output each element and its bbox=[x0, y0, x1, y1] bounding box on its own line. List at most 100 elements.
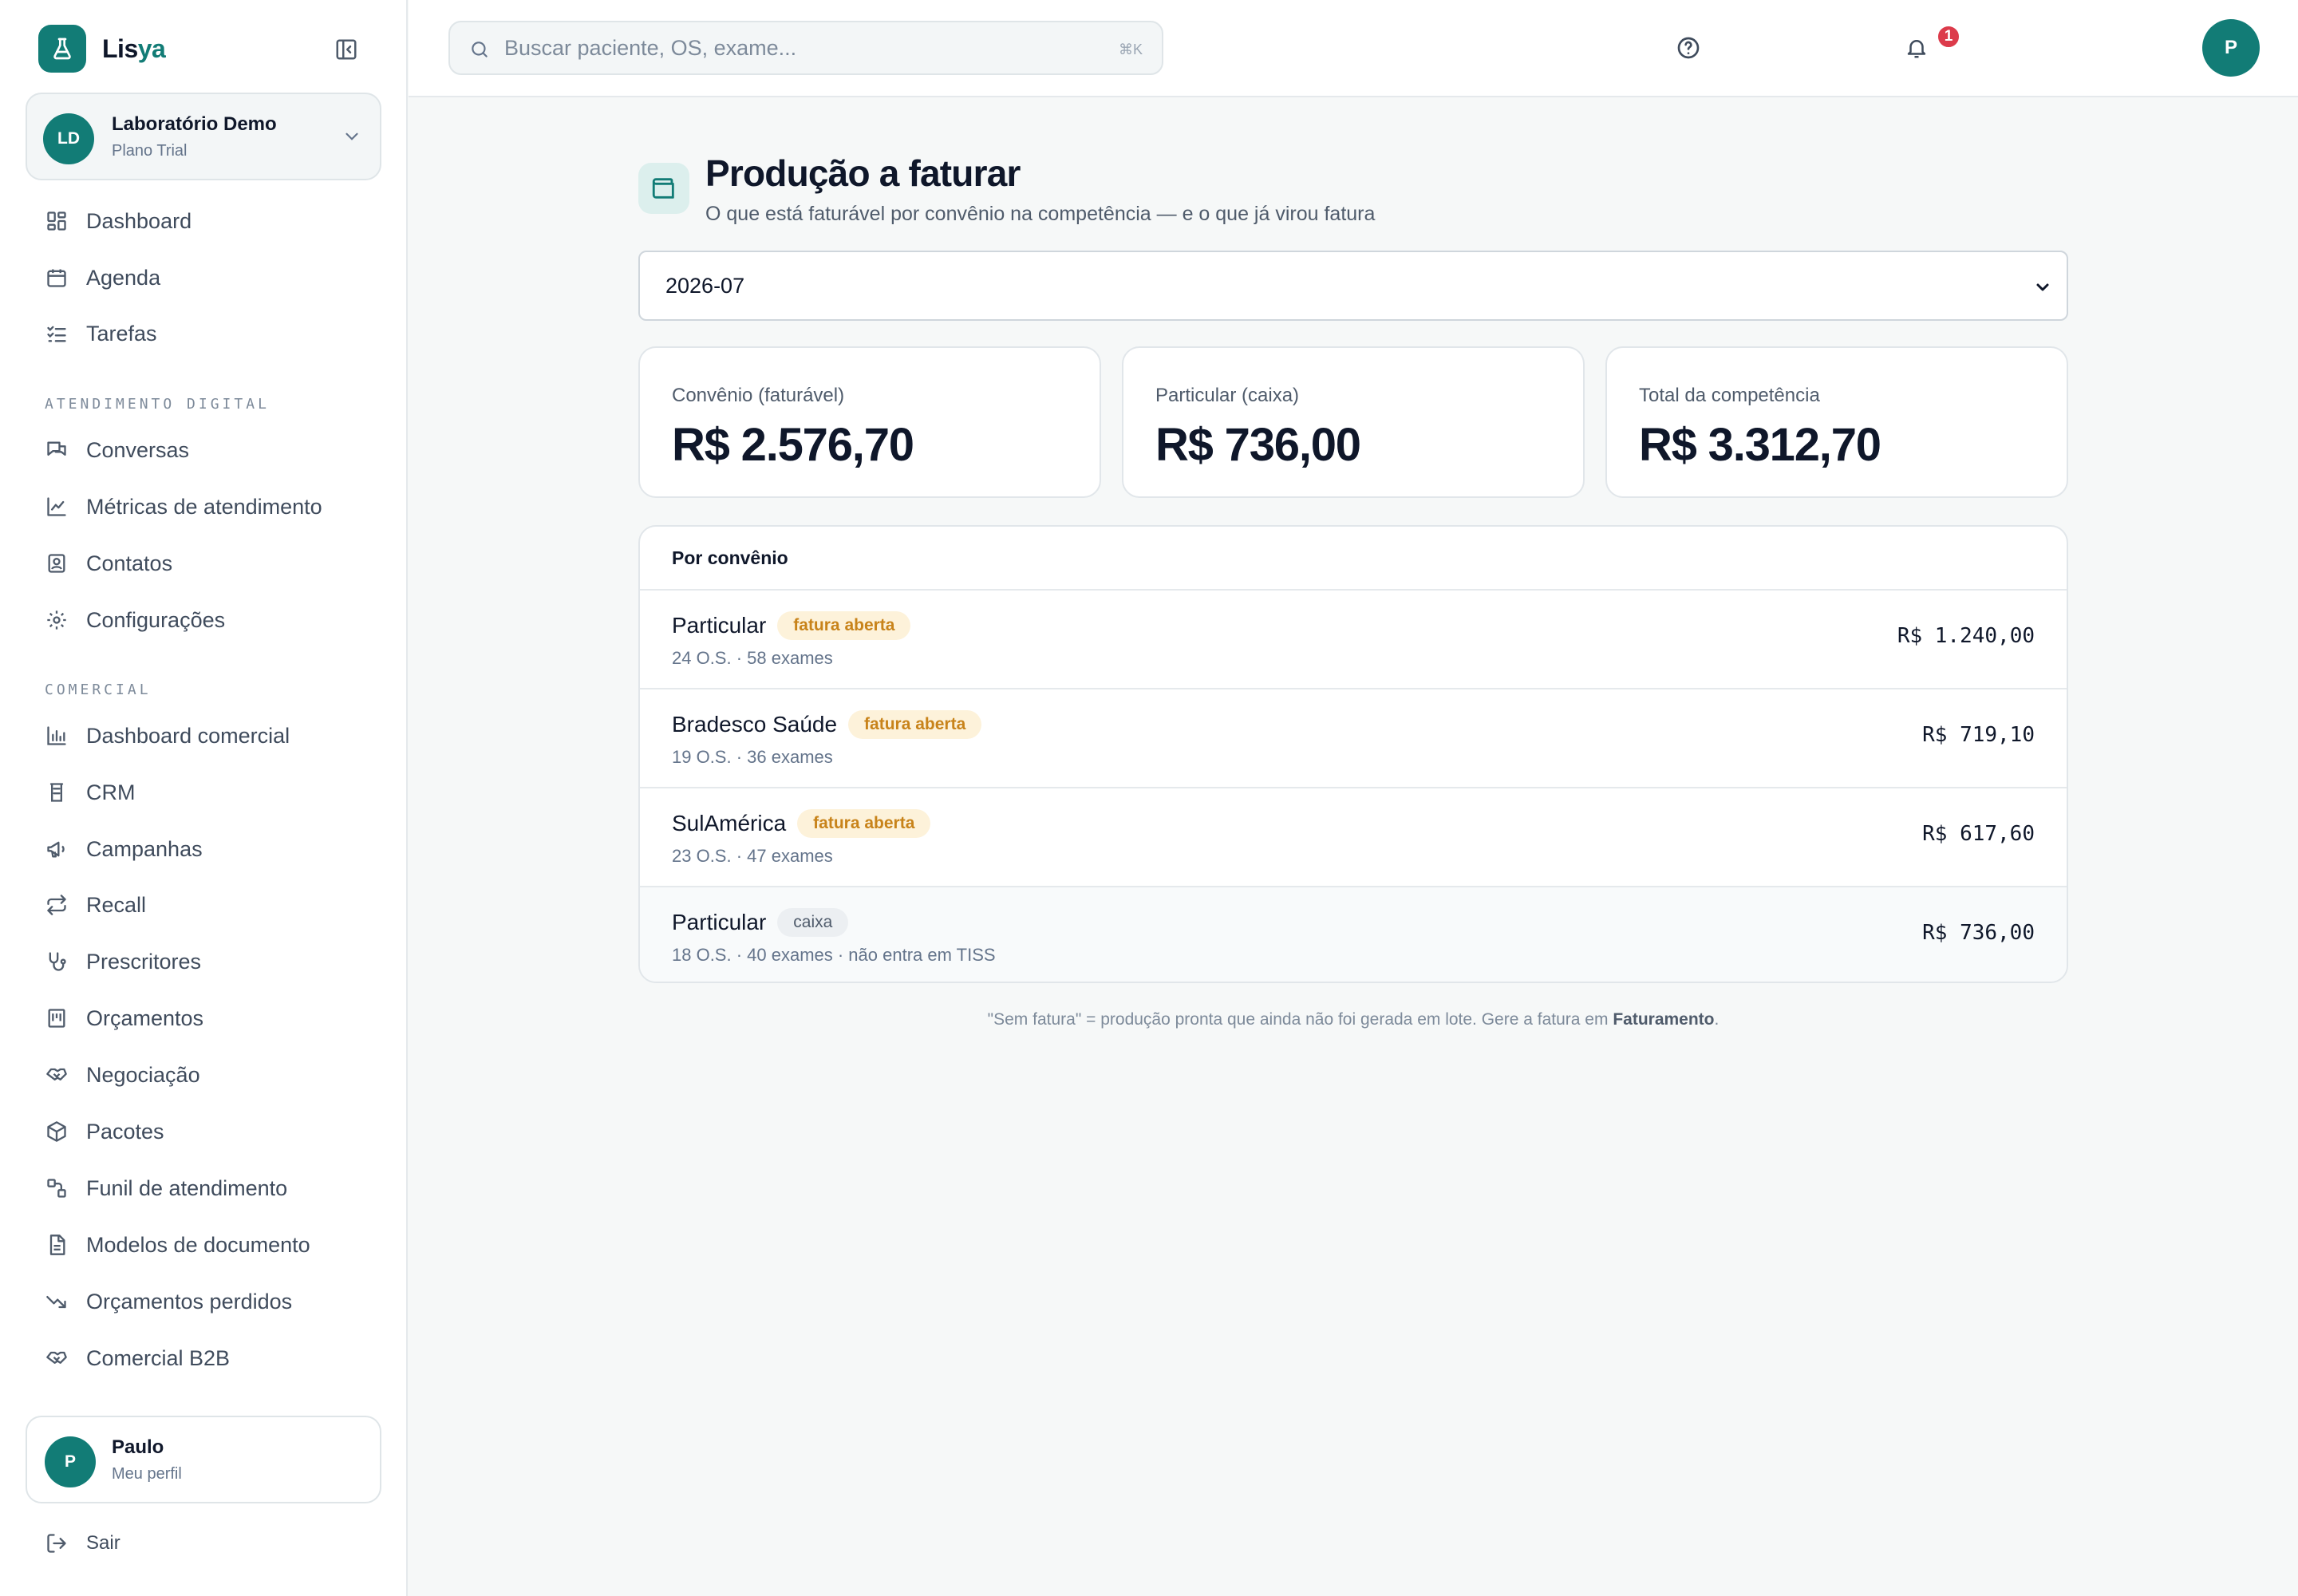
budget-icon bbox=[45, 1006, 69, 1030]
sidebar-item-label: CRM bbox=[86, 780, 136, 804]
document-icon bbox=[45, 1233, 69, 1257]
sidebar-item-label: Comercial B2B bbox=[86, 1345, 231, 1370]
sidebar-item-pacotes[interactable]: Pacotes bbox=[45, 1116, 164, 1148]
table-row[interactable]: SulAmérica fatura aberta 23 O.S. · 47 ex… bbox=[640, 788, 2067, 887]
sidebar-item-comercial-b2b[interactable]: Comercial B2B bbox=[45, 1342, 230, 1374]
handshake-icon bbox=[45, 1346, 69, 1370]
logout-label: Sair bbox=[86, 1532, 120, 1554]
kpi-label: Particular (caixa) bbox=[1155, 385, 1300, 406]
stethoscope-icon bbox=[45, 950, 69, 974]
line-chart-icon bbox=[45, 495, 69, 519]
profile-card[interactable]: P Paulo Meu perfil bbox=[26, 1416, 381, 1503]
search-icon bbox=[469, 39, 490, 64]
kpi-card-particular: Particular (caixa) R$ 736,00 bbox=[1122, 346, 1585, 498]
sidebar-item-orcamentos[interactable]: Orçamentos bbox=[45, 1002, 203, 1034]
row-name: SulAmérica bbox=[672, 811, 787, 836]
repeat-icon bbox=[45, 893, 69, 917]
notification-badge: 1 bbox=[1936, 24, 1961, 49]
row-title: Particular fatura aberta bbox=[672, 611, 911, 640]
package-icon bbox=[45, 1120, 69, 1144]
sidebar-item-crm[interactable]: CRM bbox=[45, 776, 136, 808]
sidebar-item-label: Dashboard bbox=[86, 208, 192, 233]
sidebar-item-conversas[interactable]: Conversas bbox=[45, 434, 189, 466]
sidebar-item-tarefas[interactable]: Tarefas bbox=[45, 318, 157, 350]
sidebar-item-label: Configurações bbox=[86, 607, 226, 632]
dashboard-icon bbox=[45, 209, 69, 233]
logo[interactable]: Lisya bbox=[38, 24, 166, 73]
faturamento-link[interactable]: Faturamento bbox=[1613, 1010, 1714, 1029]
row-meta: 24 O.S. · 58 exames bbox=[672, 648, 833, 668]
org-switcher[interactable]: LD Laboratório Demo Plano Trial bbox=[26, 93, 381, 180]
search-placeholder: Buscar paciente, OS, exame... bbox=[504, 36, 797, 60]
sidebar-item-label: Pacotes bbox=[86, 1119, 164, 1144]
row-meta: 23 O.S. · 47 exames bbox=[672, 846, 833, 866]
search-input[interactable]: Buscar paciente, OS, exame... ⌘K bbox=[448, 21, 1163, 75]
profile-link: Meu perfil bbox=[112, 1465, 182, 1483]
logout-button[interactable]: Sair bbox=[45, 1527, 120, 1559]
bell-icon[interactable] bbox=[1897, 29, 1936, 67]
logout-icon bbox=[45, 1531, 69, 1555]
section-label-comercial: COMERCIAL bbox=[45, 681, 152, 698]
funnel-icon bbox=[45, 1176, 69, 1200]
kpi-card-total: Total da competência R$ 3.312,70 bbox=[1605, 346, 2068, 498]
sidebar-item-dashboard-comercial[interactable]: Dashboard comercial bbox=[45, 720, 290, 752]
status-badge: caixa bbox=[777, 908, 849, 937]
table-title: Por convênio bbox=[672, 547, 788, 568]
kpi-label: Convênio (faturável) bbox=[672, 385, 845, 406]
chevron-down-icon bbox=[2033, 278, 2052, 301]
table-row[interactable]: Bradesco Saúde fatura aberta 19 O.S. · 3… bbox=[640, 689, 2067, 788]
page-subtitle: O que está faturável por convênio na com… bbox=[705, 203, 1376, 225]
sidebar-item-modelos[interactable]: Modelos de documento bbox=[45, 1229, 310, 1261]
row-name: Particular bbox=[672, 613, 767, 638]
sidebar-item-metricas[interactable]: Métricas de atendimento bbox=[45, 491, 322, 523]
status-badge: fatura aberta bbox=[777, 611, 911, 640]
sidebar-item-label: Conversas bbox=[86, 437, 190, 462]
row-name: Particular bbox=[672, 910, 767, 934]
logo-text: Lisya bbox=[102, 34, 166, 63]
convenio-table: Por convênio Particular fatura aberta 24… bbox=[638, 525, 2068, 983]
sidebar-item-label: Funil de atendimento bbox=[86, 1175, 288, 1200]
contact-icon bbox=[45, 551, 69, 575]
sidebar-item-dashboard[interactable]: Dashboard bbox=[45, 205, 192, 237]
trending-down-icon bbox=[45, 1290, 69, 1314]
sidebar-item-campanhas[interactable]: Campanhas bbox=[45, 833, 203, 865]
flask-icon bbox=[38, 25, 86, 73]
sidebar-item-prescritores[interactable]: Prescritores bbox=[45, 946, 201, 978]
table-row[interactable]: Particular fatura aberta 24 O.S. · 58 ex… bbox=[640, 591, 2067, 689]
sidebar-item-funil[interactable]: Funil de atendimento bbox=[45, 1172, 287, 1204]
status-badge: fatura aberta bbox=[848, 710, 982, 739]
megaphone-icon bbox=[45, 837, 69, 861]
sidebar-item-recall[interactable]: Recall bbox=[45, 889, 146, 921]
row-title: Bradesco Saúde fatura aberta bbox=[672, 710, 982, 739]
row-amount: R$ 617,60 bbox=[1922, 822, 2035, 846]
avatar: P bbox=[45, 1436, 96, 1487]
org-plan: Plano Trial bbox=[112, 142, 188, 160]
sidebar-item-label: Dashboard comercial bbox=[86, 723, 290, 748]
sidebar-item-label: Negociação bbox=[86, 1062, 200, 1087]
sidebar-item-label: Contatos bbox=[86, 551, 173, 575]
sidebar-collapse-icon[interactable] bbox=[332, 35, 361, 64]
sidebar-item-configuracoes[interactable]: Configurações bbox=[45, 604, 225, 636]
sidebar-item-agenda[interactable]: Agenda bbox=[45, 262, 160, 294]
row-meta: 19 O.S. · 36 exames bbox=[672, 747, 833, 767]
calendar-icon bbox=[45, 266, 69, 290]
row-name: Bradesco Saúde bbox=[672, 712, 838, 737]
user-avatar[interactable]: P bbox=[2202, 19, 2260, 77]
search-shortcut: ⌘K bbox=[1118, 41, 1143, 57]
help-icon[interactable] bbox=[1669, 29, 1708, 67]
org-avatar: LD bbox=[43, 113, 94, 164]
sidebar-item-label: Campanhas bbox=[86, 836, 203, 861]
table-row[interactable]: Particular caixa 18 O.S. · 40 exames · n… bbox=[640, 887, 2067, 982]
bar-chart-icon bbox=[45, 724, 69, 748]
sidebar-item-label: Prescritores bbox=[86, 949, 202, 974]
sidebar-item-negociacao[interactable]: Negociação bbox=[45, 1059, 200, 1091]
sidebar-item-contatos[interactable]: Contatos bbox=[45, 547, 172, 579]
period-value: 2026-07 bbox=[665, 274, 745, 298]
sidebar-item-orcamentos-perdidos[interactable]: Orçamentos perdidos bbox=[45, 1286, 292, 1317]
row-meta: 18 O.S. · 40 exames · não entra em TISS bbox=[672, 945, 996, 965]
chat-icon bbox=[45, 438, 69, 462]
footnote-text: "Sem fatura" = produção pronta que ainda… bbox=[987, 1010, 1613, 1029]
period-select[interactable]: 2026-07 bbox=[638, 251, 2068, 321]
kpi-value: R$ 3.312,70 bbox=[1639, 419, 1881, 471]
status-badge: fatura aberta bbox=[797, 809, 931, 838]
